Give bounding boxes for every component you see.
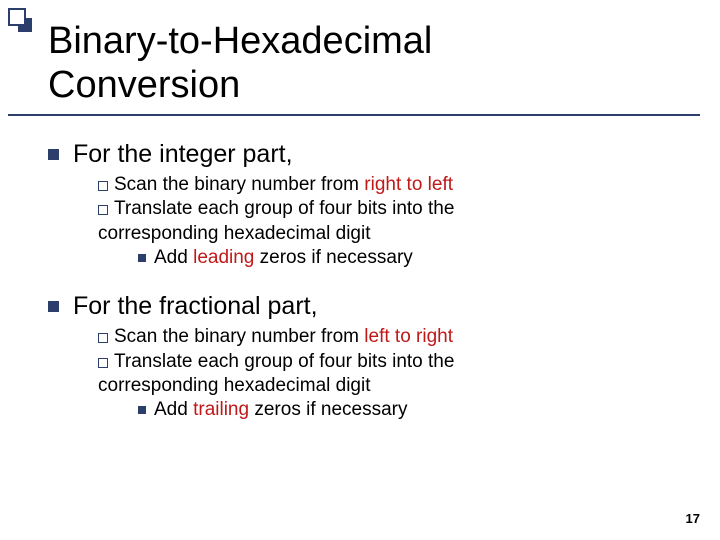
level1-text: For the integer part,: [73, 140, 293, 169]
hollow-square-icon: [98, 358, 108, 368]
level1-text: For the fractional part,: [73, 292, 318, 321]
deco-square-outline: [8, 8, 26, 26]
slide-body: For the integer part, Scan the binary nu…: [48, 130, 690, 423]
hollow-square-icon: [98, 333, 108, 343]
square-bullet-icon: [48, 149, 59, 160]
l2-highlight: left to right: [364, 326, 453, 347]
mini-square-icon: [138, 254, 146, 262]
level1-item: For the integer part,: [48, 140, 690, 169]
l3-highlight: leading: [193, 247, 254, 268]
page-number: 17: [686, 511, 700, 526]
l2-text: Scan the binary number from: [114, 174, 364, 195]
l2-text-cont: corresponding hexadecimal digit: [98, 223, 371, 244]
level2-item: Scan the binary number from right to lef…: [98, 173, 690, 197]
mini-square-icon: [138, 406, 146, 414]
hollow-square-icon: [98, 205, 108, 215]
level2-group: Scan the binary number from left to righ…: [98, 325, 690, 422]
l3-text-cont: zeros if necessary: [249, 399, 407, 420]
l3-text: Add: [154, 399, 193, 420]
hollow-square-icon: [98, 181, 108, 191]
slide-title: Binary-to-Hexadecimal Conversion: [48, 20, 432, 107]
square-bullet-icon: [48, 301, 59, 312]
l3-highlight: trailing: [193, 399, 249, 420]
level1-item: For the fractional part,: [48, 292, 690, 321]
l2-text: Scan the binary number from: [114, 326, 364, 347]
l2-text-cont: corresponding hexadecimal digit: [98, 375, 371, 396]
l3-text-cont: zeros if necessary: [254, 247, 412, 268]
level2-item: Translate each group of four bits into t…: [98, 350, 690, 399]
level2-item: Translate each group of four bits into t…: [98, 197, 690, 246]
title-underline: [8, 114, 700, 116]
level3-item: Add leading zeros if necessary: [138, 246, 690, 270]
l3-text: Add: [154, 247, 193, 268]
l2-text: Translate each group of four bits into t…: [114, 198, 454, 219]
title-line-2: Conversion: [48, 64, 240, 106]
l2-highlight: right to left: [364, 174, 453, 195]
level2-item: Scan the binary number from left to righ…: [98, 325, 690, 349]
title-line-1: Binary-to-Hexadecimal: [48, 20, 432, 62]
l2-text: Translate each group of four bits into t…: [114, 351, 454, 372]
level2-group: Scan the binary number from right to lef…: [98, 173, 690, 270]
level3-item: Add trailing zeros if necessary: [138, 398, 690, 422]
